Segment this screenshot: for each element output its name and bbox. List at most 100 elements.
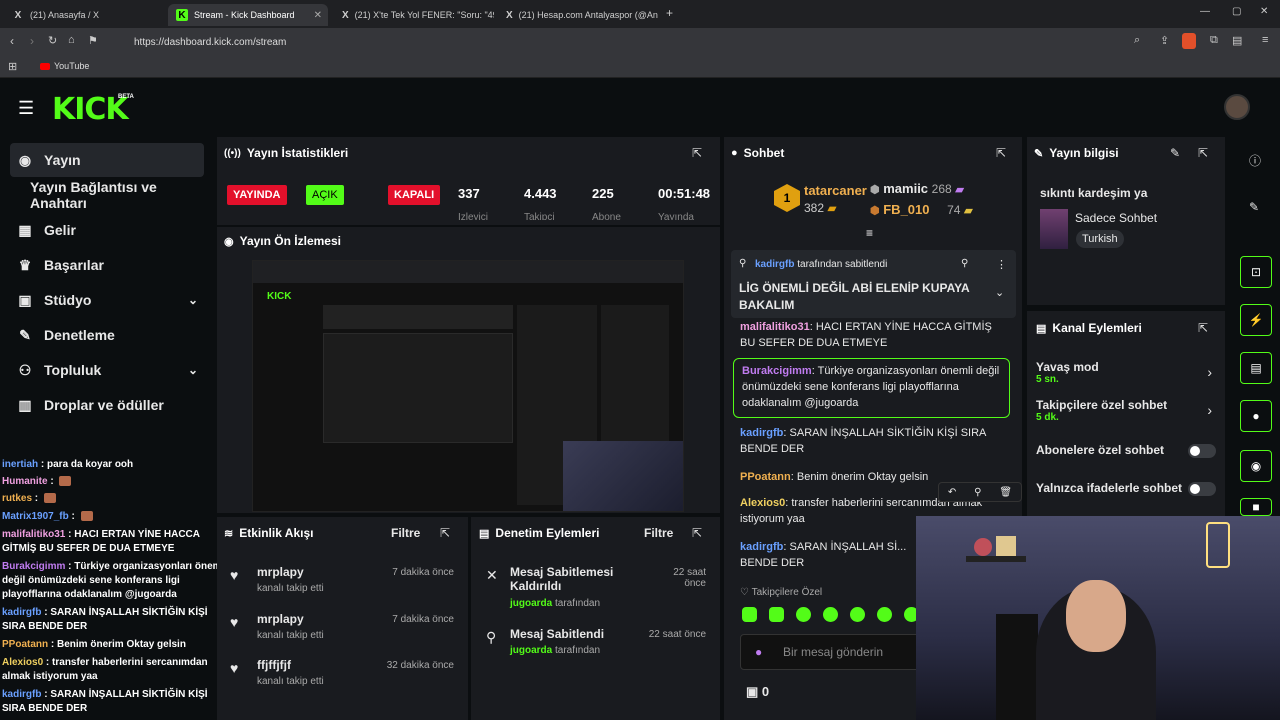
avatar[interactable] xyxy=(1224,94,1250,120)
bookmark-youtube[interactable]: YouTube xyxy=(40,61,89,71)
unpin-icon[interactable]: ⚲ xyxy=(961,258,968,269)
brave-shield-icon[interactable] xyxy=(1182,33,1196,49)
edit-icon[interactable]: ✎ xyxy=(1170,146,1180,160)
moderator-name[interactable]: jugoarda xyxy=(510,645,552,656)
collapse-leaderboard-icon[interactable]: ≡ xyxy=(866,226,873,240)
pinned-by-suffix: tarafından sabitlendi xyxy=(797,259,888,270)
sidebar-item-yayin[interactable]: ◉ Yayın xyxy=(10,143,204,177)
emote-icon[interactable] xyxy=(823,607,838,622)
camera-scan-icon[interactable]: ⊡ xyxy=(1240,256,1272,288)
activity-user[interactable]: mrplapy xyxy=(257,612,304,626)
chevron-down-icon[interactable]: ⌄ xyxy=(995,286,1004,299)
expand-icon[interactable]: ⇱ xyxy=(692,526,702,540)
info-icon[interactable]: ⓘ xyxy=(1249,152,1261,169)
chat-username[interactable]: kadirgfb xyxy=(740,427,783,439)
chat-username[interactable]: PPoatann xyxy=(740,471,791,483)
leaderboard-name-2[interactable]: mamiic xyxy=(883,181,928,196)
modaction-time: 22 saat önce xyxy=(673,567,706,589)
chat-username[interactable]: Burakcigimm xyxy=(742,365,812,377)
leaderboard-name-1[interactable]: tatarcaner xyxy=(804,183,867,198)
category-name[interactable]: Sadece Sohbet xyxy=(1075,211,1157,225)
video-icon[interactable]: ■ xyxy=(1240,498,1272,516)
followers-only-row[interactable]: Takipçilere özel sohbet 5 dk. › xyxy=(1036,398,1220,423)
stream-preview-video[interactable]: KICK xyxy=(252,260,684,512)
expand-icon[interactable]: ⇱ xyxy=(440,526,450,540)
subs-only-toggle[interactable] xyxy=(1188,444,1216,458)
back-icon[interactable]: ‹ xyxy=(10,34,14,48)
microphone-icon[interactable]: ● xyxy=(755,645,762,659)
sidebar-item-label: Stüdyo xyxy=(44,292,92,308)
browser-tab[interactable]: X (21) Hesap.com Antalyaspor (@Antal xyxy=(498,4,658,26)
browser-tab-active[interactable]: K Stream - Kick Dashboard ✕ xyxy=(168,4,328,26)
sidebar-item-studyo[interactable]: ▣ Stüdyo ⌄ xyxy=(10,283,204,317)
sidebar-item-label: Droplar ve ödüller xyxy=(44,397,164,413)
home-icon[interactable]: ⌂ xyxy=(68,34,75,46)
minimize-icon[interactable]: — xyxy=(1200,6,1210,17)
moderator-name[interactable]: jugoarda xyxy=(510,598,552,609)
activity-user[interactable]: ffjffjfjf xyxy=(257,658,291,672)
emote-icon[interactable] xyxy=(850,607,865,622)
chat-icon[interactable]: ● xyxy=(1240,400,1272,432)
share-icon[interactable]: ⇪ xyxy=(1160,34,1169,47)
wallet-icon[interactable]: ▤ xyxy=(1232,34,1242,47)
reply-icon[interactable]: ↶ xyxy=(948,487,956,498)
new-tab-icon[interactable]: + xyxy=(666,6,673,20)
maximize-icon[interactable]: ▢ xyxy=(1232,6,1241,17)
close-window-icon[interactable]: ✕ xyxy=(1260,6,1268,17)
reload-icon[interactable]: ↻ xyxy=(48,34,57,47)
expand-icon[interactable]: ⇱ xyxy=(1198,146,1208,160)
chat-username[interactable]: kadirgfb xyxy=(740,541,783,553)
slow-mode-row[interactable]: Yavaş mod 5 sn. › xyxy=(1036,360,1220,385)
emote-icon[interactable] xyxy=(877,607,892,622)
pencil-icon[interactable]: ✎ xyxy=(1249,200,1259,214)
delete-icon[interactable]: 🗑 xyxy=(999,487,1012,498)
notes-icon[interactable]: ▤ xyxy=(1240,352,1272,384)
hamburger-menu-icon[interactable]: ☰ xyxy=(18,98,34,119)
broadcast-icon[interactable]: ◉ xyxy=(1240,450,1272,482)
browser-tab[interactable]: X (21) Anasayfa / X xyxy=(4,4,164,26)
heart-icon: ♥ xyxy=(230,614,239,630)
expand-icon[interactable]: ⇱ xyxy=(692,146,702,160)
category-thumbnail[interactable] xyxy=(1040,209,1068,249)
url-field[interactable]: https://dashboard.kick.com/stream xyxy=(110,32,1130,52)
expand-icon[interactable]: ⇱ xyxy=(996,146,1006,160)
emote-icon[interactable] xyxy=(796,607,811,622)
extensions-icon[interactable]: ⧉ xyxy=(1210,34,1218,47)
activity-filter-button[interactable]: Filtre xyxy=(391,526,420,540)
sidebar-item-gelir[interactable]: ▦ Gelir xyxy=(10,213,204,247)
more-options-icon[interactable]: ⋮ xyxy=(996,258,1007,271)
heart-icon: ♥ xyxy=(230,567,239,583)
sidebar-item-topluluk[interactable]: ⚇ Topluluk ⌄ xyxy=(10,353,204,387)
modactions-filter-button[interactable]: Filtre xyxy=(644,526,673,540)
sidebar-item-droplar[interactable]: ▥ Droplar ve ödüller xyxy=(10,388,204,422)
close-tab-icon[interactable]: ✕ xyxy=(314,10,322,21)
kick-logo[interactable]: KICK xyxy=(52,92,129,127)
pin-icon[interactable]: ⚲ xyxy=(974,487,981,498)
chat-username[interactable]: malifalitiko31 xyxy=(740,321,810,333)
activity-user[interactable]: mrplapy xyxy=(257,565,304,579)
points-display[interactable]: ▣ 0 xyxy=(746,684,769,700)
expand-icon[interactable]: ⇱ xyxy=(1198,321,1208,335)
sidebar-item-stream-key[interactable]: Yayın Bağlantısı ve Anahtarı xyxy=(10,178,204,212)
sidebar-item-basarilar[interactable]: ♛ Başarılar xyxy=(10,248,204,282)
emote-only-toggle[interactable] xyxy=(1188,482,1216,496)
emote-icon[interactable] xyxy=(769,607,784,622)
lightning-icon[interactable]: ⚡ xyxy=(1240,304,1272,336)
sidebar-item-denetleme[interactable]: ✎ Denetleme xyxy=(10,318,204,352)
sidebar-item-label: Denetleme xyxy=(44,327,115,343)
chat-username[interactable]: Alexios0 xyxy=(740,497,785,509)
browser-tab[interactable]: X (21) X'te Tek Yol FENER: "Soru: "49. d xyxy=(334,4,494,26)
chat-message: Burakcigimm: Türkiye organizasyonları ön… xyxy=(742,365,1000,409)
apps-icon[interactable]: ⊞ xyxy=(8,60,17,73)
leaderboard-name-3[interactable]: FB_010 xyxy=(883,202,929,217)
pinned-by-user[interactable]: kadirgfb xyxy=(755,259,794,270)
zoom-icon[interactable]: ⌕ xyxy=(1134,34,1140,47)
emote-icon[interactable] xyxy=(742,607,757,622)
overlay-chat-line: Matrix1907_fb : xyxy=(2,510,93,524)
tab-label: (21) Anasayfa / X xyxy=(30,10,100,20)
forward-icon[interactable]: › xyxy=(30,34,34,48)
bookmark-icon[interactable]: ⚑ xyxy=(88,34,98,47)
chat-username: Humanite xyxy=(2,476,48,487)
chat-username: Burakcigimm xyxy=(2,561,66,572)
menu-icon[interactable]: ≡ xyxy=(1262,34,1268,46)
